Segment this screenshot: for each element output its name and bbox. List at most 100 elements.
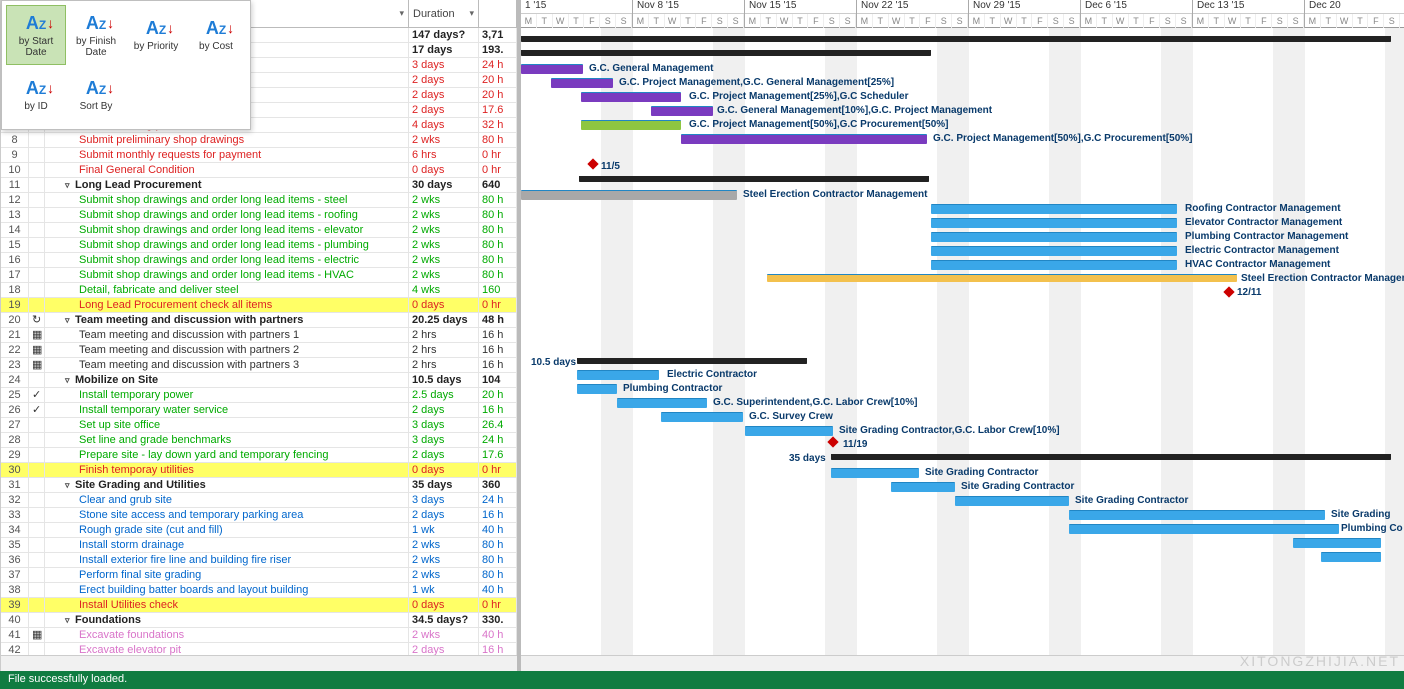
- gantt-bar[interactable]: [579, 176, 929, 182]
- gantt-bar[interactable]: [1069, 524, 1339, 534]
- task-row[interactable]: 19Long Lead Procurement check all items0…: [1, 298, 517, 313]
- sort-by-id[interactable]: AZby ID: [6, 65, 66, 125]
- week-column[interactable]: Nov 15 '15MTWTFSS: [745, 0, 857, 28]
- gantt-bar[interactable]: [931, 218, 1177, 228]
- gantt-bar[interactable]: [1321, 552, 1381, 562]
- task-row[interactable]: 38Erect building batter boards and layou…: [1, 583, 517, 598]
- task-row[interactable]: 41▦Excavate foundations2 wks40 h: [1, 628, 517, 643]
- task-row[interactable]: 20↻▿Team meeting and discussion with par…: [1, 313, 517, 328]
- sort-sort-by[interactable]: AZSort By: [66, 65, 126, 125]
- col-extra-header[interactable]: [479, 0, 517, 27]
- task-row[interactable]: 29Prepare site - lay down yard and tempo…: [1, 448, 517, 463]
- gantt-body[interactable]: G.C. General ManagementG.C. Project Mana…: [521, 28, 1404, 655]
- gantt-bar[interactable]: [955, 496, 1069, 506]
- gantt-bar[interactable]: [1293, 538, 1381, 548]
- week-column[interactable]: Nov 29 '15MTWTFSS: [969, 0, 1081, 28]
- task-row[interactable]: 28Set line and grade benchmarks3 days24 …: [1, 433, 517, 448]
- task-row[interactable]: 24▿Mobilize on Site10.5 days104: [1, 373, 517, 388]
- cell-duration: 2 wks: [409, 133, 479, 147]
- gantt-bar[interactable]: [891, 482, 955, 492]
- gantt-bar[interactable]: [931, 246, 1177, 256]
- dropdown-icon[interactable]: ▾: [399, 8, 404, 19]
- task-row[interactable]: 27Set up site office3 days26.4: [1, 418, 517, 433]
- gantt-bar[interactable]: [831, 468, 919, 478]
- timeline-header[interactable]: 1 '15MTWTFSSNov 8 '15MTWTFSSNov 15 '15MT…: [521, 0, 1404, 28]
- gantt-bar[interactable]: [681, 134, 927, 144]
- task-row[interactable]: 39Install Utilities check0 days0 hr: [1, 598, 517, 613]
- milestone-icon[interactable]: [1223, 286, 1234, 297]
- gantt-bar[interactable]: [617, 398, 707, 408]
- sort-by-priority[interactable]: AZby Priority: [126, 5, 186, 65]
- gantt-bar[interactable]: [581, 92, 681, 102]
- cell-indicator: [29, 193, 45, 207]
- task-row[interactable]: 22▦Team meeting and discussion with part…: [1, 343, 517, 358]
- outline-toggle-icon[interactable]: ▿: [65, 373, 75, 387]
- task-row[interactable]: 40▿Foundations34.5 days?330.: [1, 613, 517, 628]
- gantt-bar[interactable]: [931, 204, 1177, 214]
- gantt-bar[interactable]: [577, 370, 659, 380]
- task-row[interactable]: 42Excavate elevator pit2 days16 h: [1, 643, 517, 655]
- task-row[interactable]: 13Submit shop drawings and order long le…: [1, 208, 517, 223]
- outline-toggle-icon[interactable]: ▿: [65, 178, 75, 192]
- week-column[interactable]: Nov 22 '15MTWTFSS: [857, 0, 969, 28]
- cell-id: 24: [1, 373, 29, 387]
- gantt-bar[interactable]: [931, 260, 1177, 270]
- gantt-bar[interactable]: [831, 454, 1391, 460]
- week-column[interactable]: Nov 8 '15MTWTFSS: [633, 0, 745, 28]
- task-row[interactable]: 8Submit preliminary shop drawings2 wks80…: [1, 133, 517, 148]
- gantt-bar[interactable]: [521, 190, 737, 200]
- sort-by-cost[interactable]: AZby Cost: [186, 5, 246, 65]
- task-row[interactable]: 26✓Install temporary water service2 days…: [1, 403, 517, 418]
- gantt-bar[interactable]: [767, 274, 1237, 282]
- sort-by-finish-date[interactable]: AZby Finish Date: [66, 5, 126, 65]
- task-row[interactable]: 15Submit shop drawings and order long le…: [1, 238, 517, 253]
- gantt-bar[interactable]: [1069, 510, 1325, 520]
- gantt-bar[interactable]: [651, 106, 713, 116]
- task-row[interactable]: 23▦Team meeting and discussion with part…: [1, 358, 517, 373]
- task-row[interactable]: 30Finish temporay utilities0 days0 hr: [1, 463, 517, 478]
- task-row[interactable]: 10Final General Condition0 days0 hr: [1, 163, 517, 178]
- task-row[interactable]: 32Clear and grub site3 days24 h: [1, 493, 517, 508]
- week-column[interactable]: Dec 20MTWTFSS: [1305, 0, 1404, 28]
- task-row[interactable]: 31▿Site Grading and Utilities35 days360: [1, 478, 517, 493]
- week-column[interactable]: 1 '15MTWTFSS: [521, 0, 633, 28]
- task-row[interactable]: 33Stone site access and temporary parkin…: [1, 508, 517, 523]
- bar-label: 11/5: [601, 161, 620, 172]
- milestone-icon[interactable]: [587, 158, 598, 169]
- gantt-bar[interactable]: [661, 412, 743, 422]
- grid-scroll-h[interactable]: [1, 655, 517, 671]
- task-row[interactable]: 36Install exterior fire line and buildin…: [1, 553, 517, 568]
- task-row[interactable]: 9Submit monthly requests for payment6 hr…: [1, 148, 517, 163]
- gantt-bar[interactable]: [521, 36, 1391, 42]
- task-row[interactable]: 11▿Long Lead Procurement30 days640: [1, 178, 517, 193]
- task-row[interactable]: 35Install storm drainage2 wks80 h: [1, 538, 517, 553]
- task-row[interactable]: 34Rough grade site (cut and fill)1 wk40 …: [1, 523, 517, 538]
- task-row[interactable]: 12Submit shop drawings and order long le…: [1, 193, 517, 208]
- gantt-bar[interactable]: [521, 50, 931, 56]
- outline-toggle-icon[interactable]: ▿: [65, 613, 75, 627]
- cell-indicator: ↻: [29, 313, 45, 327]
- task-row[interactable]: 37Perform final site grading2 wks80 h: [1, 568, 517, 583]
- col-duration-header[interactable]: Duration▾: [409, 0, 479, 27]
- gantt-bar[interactable]: [577, 384, 617, 394]
- task-row[interactable]: 21▦Team meeting and discussion with part…: [1, 328, 517, 343]
- outline-toggle-icon[interactable]: ▿: [65, 478, 75, 492]
- week-column[interactable]: Dec 6 '15MTWTFSS: [1081, 0, 1193, 28]
- cell-duration: 10.5 days: [409, 373, 479, 387]
- gantt-bar[interactable]: [931, 232, 1177, 242]
- task-row[interactable]: 14Submit shop drawings and order long le…: [1, 223, 517, 238]
- gantt-bar[interactable]: [745, 426, 833, 436]
- gantt-bar[interactable]: [581, 120, 681, 130]
- gantt-bar[interactable]: [551, 78, 613, 88]
- gantt-bar[interactable]: [577, 358, 807, 364]
- day-cell: T: [1209, 14, 1225, 28]
- week-column[interactable]: Dec 13 '15MTWTFSS: [1193, 0, 1305, 28]
- task-row[interactable]: 18Detail, fabricate and deliver steel4 w…: [1, 283, 517, 298]
- task-row[interactable]: 17Submit shop drawings and order long le…: [1, 268, 517, 283]
- gantt-bar[interactable]: [521, 64, 583, 74]
- outline-toggle-icon[interactable]: ▿: [65, 313, 75, 327]
- sort-by-start-date[interactable]: AZby Start Date: [6, 5, 66, 65]
- task-row[interactable]: 16Submit shop drawings and order long le…: [1, 253, 517, 268]
- task-row[interactable]: 25✓Install temporary power2.5 days20 h: [1, 388, 517, 403]
- dropdown-icon[interactable]: ▾: [469, 8, 474, 19]
